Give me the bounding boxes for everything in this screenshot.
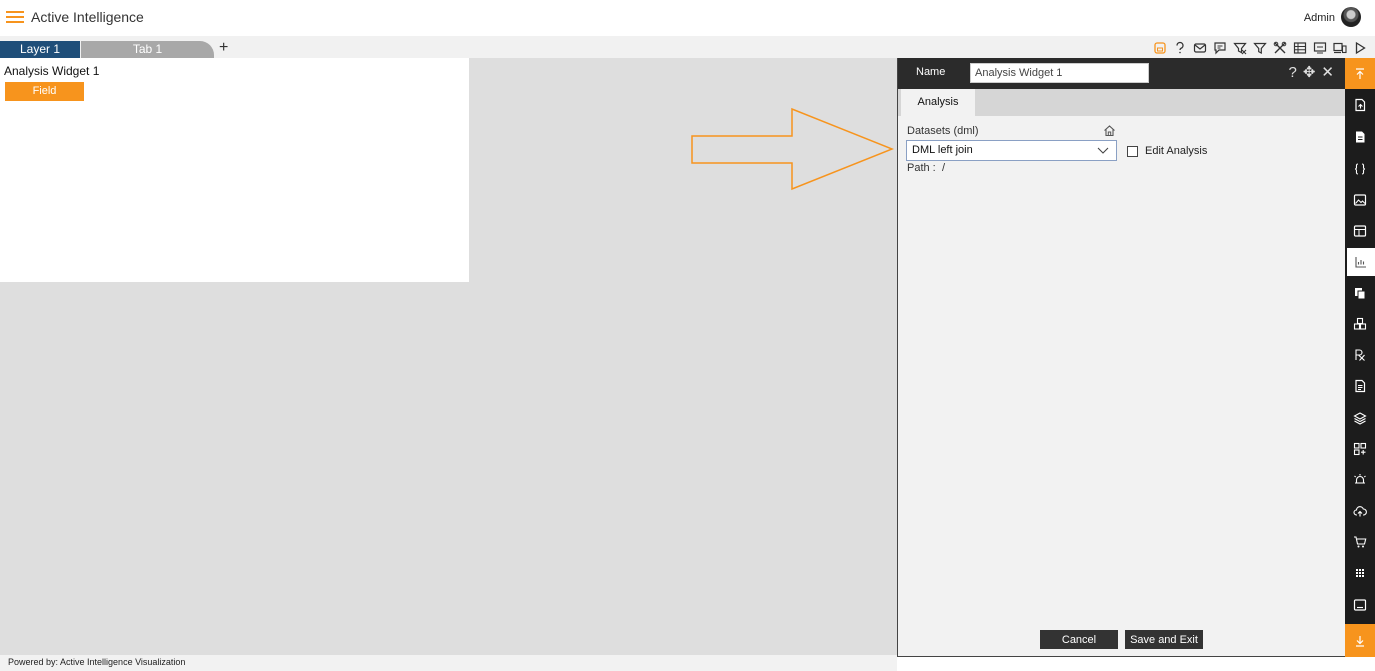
- report-icon[interactable]: [1345, 372, 1375, 400]
- save-and-exit-button[interactable]: Save and Exit: [1125, 630, 1203, 649]
- document-icon[interactable]: [1345, 123, 1375, 151]
- cubes-icon[interactable]: [1345, 310, 1375, 338]
- dataset-selected-value: DML left join: [912, 144, 973, 156]
- add-widget-icon[interactable]: [1345, 435, 1375, 463]
- name-input[interactable]: [970, 63, 1149, 83]
- devices-icon[interactable]: [1333, 41, 1347, 55]
- apps-icon[interactable]: [1345, 559, 1375, 587]
- play-icon[interactable]: [1353, 41, 1367, 55]
- datasets-label: Datasets (dml): [907, 125, 979, 137]
- formula-icon[interactable]: [1345, 341, 1375, 369]
- image-icon[interactable]: [1345, 186, 1375, 214]
- app-header: Active Intelligence Admin: [0, 0, 1375, 36]
- analysis-widget[interactable]: Analysis Widget 1 Field: [0, 58, 469, 282]
- scroll-bottom-icon[interactable]: [1345, 624, 1375, 657]
- tab-1[interactable]: Tab 1: [81, 41, 214, 58]
- panel-header-icons: ? ✥ ✕: [1289, 65, 1335, 81]
- app-title: Active Intelligence: [31, 9, 144, 25]
- table-icon[interactable]: [1345, 217, 1375, 245]
- move-icon[interactable]: ✥: [1303, 65, 1316, 81]
- chart-icon[interactable]: [1347, 248, 1375, 276]
- panel-tabs: Analysis: [898, 89, 1346, 116]
- right-icon-rail: [1345, 58, 1375, 657]
- path-label: Path :: [907, 162, 936, 174]
- screen-icon[interactable]: [1345, 591, 1375, 619]
- tab-analysis[interactable]: Analysis: [901, 89, 975, 116]
- screen-icon[interactable]: [1313, 41, 1327, 55]
- tab-bar: Layer 1 Tab 1 +: [0, 36, 1375, 58]
- avatar[interactable]: [1341, 7, 1361, 27]
- clear-filter-icon[interactable]: [1233, 41, 1247, 55]
- hamburger-menu-icon[interactable]: [6, 10, 24, 24]
- footer: Powered by: Active Intelligence Visualiz…: [0, 655, 897, 671]
- comment-icon[interactable]: [1213, 41, 1227, 55]
- help-icon[interactable]: ?: [1289, 65, 1297, 81]
- add-tab-button[interactable]: +: [219, 39, 228, 57]
- save-icon[interactable]: [1153, 41, 1167, 55]
- properties-panel: Name ? ✥ ✕ Analysis Datasets (dml) DML l…: [897, 58, 1346, 657]
- dashboard-canvas: Analysis Widget 1 Field: [0, 58, 897, 655]
- name-label: Name: [916, 66, 946, 78]
- tab-layer-1[interactable]: Layer 1: [0, 41, 80, 58]
- help-icon[interactable]: [1173, 41, 1187, 55]
- alert-icon[interactable]: [1345, 466, 1375, 494]
- grid-icon[interactable]: [1293, 41, 1307, 55]
- edit-analysis-checkbox[interactable]: [1127, 146, 1138, 157]
- cart-icon[interactable]: [1345, 528, 1375, 556]
- cloud-upload-icon[interactable]: [1345, 497, 1375, 525]
- dataset-select[interactable]: DML left join: [906, 140, 1117, 161]
- home-icon[interactable]: [1103, 124, 1116, 137]
- widget-title: Analysis Widget 1: [4, 64, 100, 78]
- user-name[interactable]: Admin: [1304, 12, 1335, 24]
- tools-icon[interactable]: [1273, 41, 1287, 55]
- layers-icon[interactable]: [1345, 404, 1375, 432]
- filter-icon[interactable]: [1253, 41, 1267, 55]
- close-icon[interactable]: ✕: [1321, 65, 1334, 81]
- arrow-annotation-icon: [691, 107, 895, 191]
- scroll-top-icon[interactable]: [1345, 58, 1375, 89]
- copy-icon[interactable]: [1345, 279, 1375, 307]
- export-icon[interactable]: [1345, 91, 1375, 119]
- field-button[interactable]: Field: [5, 82, 84, 101]
- chevron-down-icon: [1097, 147, 1109, 154]
- cancel-button[interactable]: Cancel: [1040, 630, 1118, 649]
- mail-icon[interactable]: [1193, 41, 1207, 55]
- path-value: /: [942, 162, 946, 174]
- panel-header: Name ? ✥ ✕: [898, 58, 1346, 89]
- edit-analysis-label: Edit Analysis: [1145, 145, 1208, 157]
- braces-icon[interactable]: [1345, 155, 1375, 183]
- toolbar: [1153, 39, 1367, 57]
